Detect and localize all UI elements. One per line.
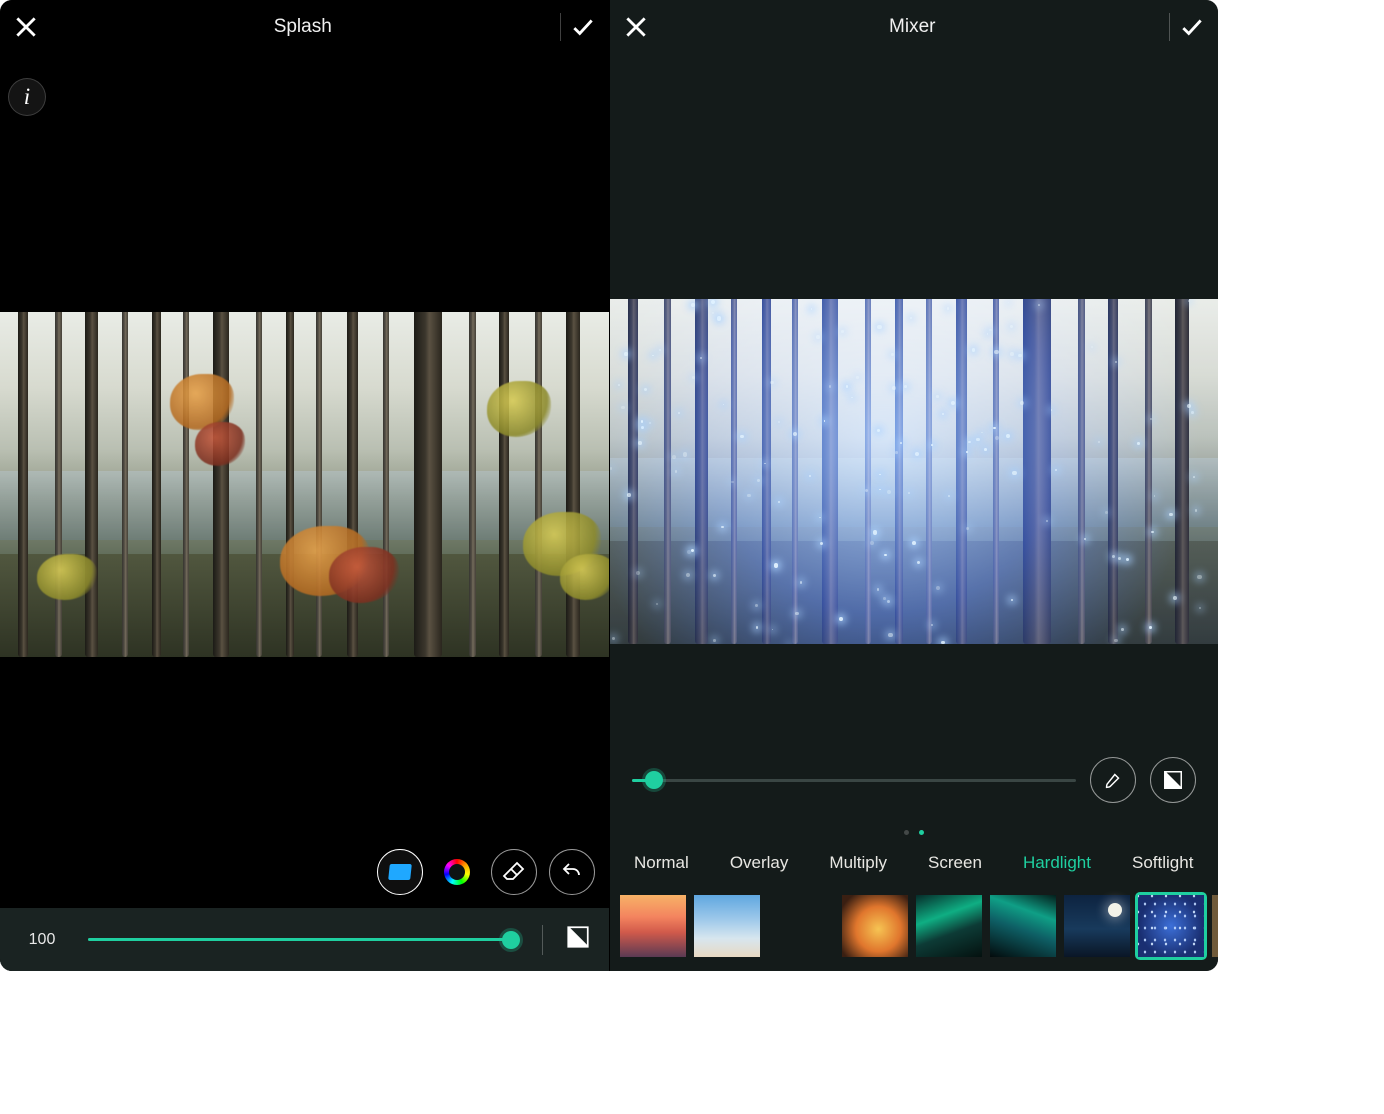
confirm-button[interactable]: [563, 7, 603, 47]
texture-bokeh[interactable]: [1212, 895, 1219, 957]
splash-slider-value: 100: [18, 931, 66, 949]
texture-fire[interactable]: [842, 895, 908, 957]
invert-button[interactable]: [1150, 757, 1196, 803]
color-picker-button[interactable]: [435, 850, 479, 894]
splash-pane: Splash i: [0, 0, 609, 971]
undo-button[interactable]: [549, 849, 595, 895]
header-divider: [560, 13, 561, 41]
splash-bottom-bar: 100: [0, 836, 609, 971]
page-dot[interactable]: [919, 830, 924, 835]
slider-divider: [542, 925, 543, 955]
texture-sky2[interactable]: [694, 895, 760, 957]
eraser-button[interactable]: [491, 849, 537, 895]
invert-button[interactable]: [565, 924, 591, 955]
shape-button[interactable]: [377, 849, 423, 895]
blend-mode-overlay[interactable]: Overlay: [726, 847, 793, 879]
close-button[interactable]: [616, 7, 656, 47]
blend-mode-hardlight[interactable]: Hardlight: [1019, 847, 1095, 879]
header-divider: [1169, 13, 1170, 41]
splash-canvas[interactable]: [0, 54, 609, 657]
splash-header: Splash: [0, 0, 609, 54]
blend-mode-screen[interactable]: Screen: [924, 847, 986, 879]
page-dots: [610, 825, 1219, 839]
blend-mode-normal[interactable]: Normal: [630, 847, 693, 879]
confirm-button[interactable]: [1172, 7, 1212, 47]
mixer-canvas[interactable]: [610, 54, 1219, 644]
mixer-slider-row: [610, 735, 1219, 825]
mixer-slider[interactable]: [632, 765, 1077, 795]
texture-aurora1[interactable]: [916, 895, 982, 957]
texture-row: [610, 887, 1219, 971]
splash-title: Splash: [46, 16, 560, 38]
splash-slider[interactable]: [88, 925, 520, 955]
page-dot[interactable]: [904, 830, 909, 835]
texture-moon[interactable]: [1064, 895, 1130, 957]
mixer-header: Mixer: [610, 0, 1219, 54]
splash-image: [0, 312, 609, 657]
blend-mode-row: Normal Overlay Multiply Screen Hardlight Soft…: [610, 839, 1219, 887]
close-button[interactable]: [6, 7, 46, 47]
blend-mode-softlight[interactable]: Softlight: [1128, 847, 1197, 879]
texture-sunset[interactable]: [620, 895, 686, 957]
mixer-bottom: Normal Overlay Multiply Screen Hardlight Soft…: [610, 735, 1219, 971]
mixer-title: Mixer: [656, 16, 1170, 38]
splash-slider-row: 100: [0, 908, 609, 971]
blend-mode-multiply[interactable]: Multiply: [825, 847, 891, 879]
brush-button[interactable]: [1090, 757, 1136, 803]
texture-storm[interactable]: [768, 895, 834, 957]
texture-aurora2[interactable]: [990, 895, 1056, 957]
mixer-pane: Mixer: [609, 0, 1219, 971]
texture-bluebits[interactable]: [1138, 895, 1204, 957]
mixer-image: [610, 299, 1219, 644]
splash-tool-row: [0, 836, 609, 908]
